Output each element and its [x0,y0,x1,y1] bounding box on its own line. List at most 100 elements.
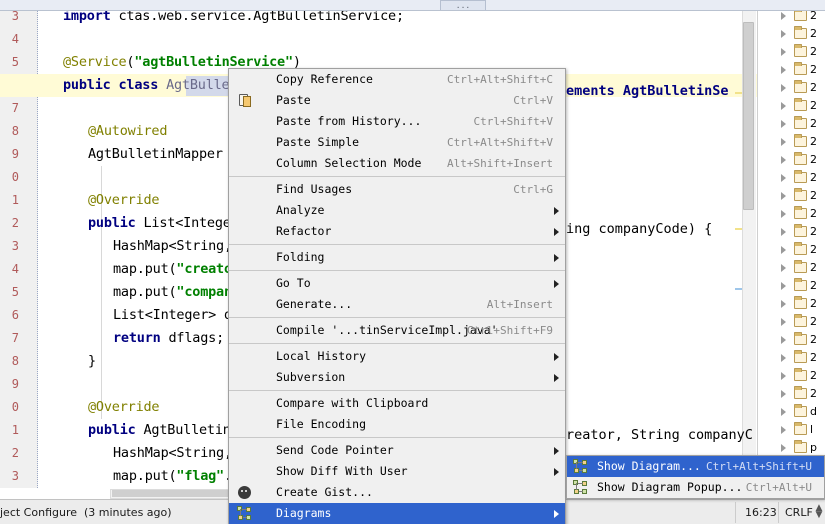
chevron-right-icon[interactable] [781,30,786,38]
chevron-right-icon[interactable] [781,408,786,416]
tree-item[interactable]: 2 [758,313,825,331]
menu-item-show-diagram-popup[interactable]: Show Diagram Popup... Ctrl+Alt+U [567,477,824,498]
tree-item[interactable]: 2 [758,223,825,241]
chevron-right-icon[interactable] [781,300,786,308]
tree-item-label: 2 [810,207,817,220]
menu-item-label: Diagrams [276,506,332,520]
tree-item[interactable]: 2 [758,25,825,43]
tree-item[interactable]: 2 [758,151,825,169]
tree-item[interactable]: 2 [758,115,825,133]
tree-item[interactable]: 2 [758,385,825,403]
chevron-right-icon[interactable] [781,318,786,326]
folder-icon [794,224,807,237]
menu-item-compile-tinserviceimpl-java[interactable]: Compile '...tinServiceImpl.java' Ctrl+Shi… [229,320,565,341]
editor-scrollbar-thumb[interactable] [743,22,754,210]
tree-item[interactable]: 2 [758,205,825,223]
chevron-right-icon[interactable] [781,264,786,272]
chevron-right-icon[interactable] [781,12,786,20]
code-fragment: ing companyCode) { [566,221,713,237]
menu-item-paste-from-history[interactable]: Paste from History... Ctrl+Shift+V [229,111,565,132]
tree-item[interactable]: 2 [758,43,825,61]
menu-item-paste-simple[interactable]: Paste Simple Ctrl+Alt+Shift+V [229,132,565,153]
chevron-right-icon[interactable] [781,66,786,74]
tree-item[interactable]: 2 [758,11,825,25]
tree-item[interactable]: 2 [758,187,825,205]
tree-item[interactable]: 2 [758,277,825,295]
diagrams-submenu[interactable]: Show Diagram... Ctrl+Alt+Shift+U Show Diag… [566,455,825,499]
status-line-separator[interactable]: CRLF [785,506,813,519]
chevron-right-icon[interactable] [781,426,786,434]
menu-item-send-code-pointer[interactable]: Send Code Pointer [229,440,565,461]
menu-item-refactor[interactable]: Refactor [229,221,565,242]
chevron-right-icon[interactable] [781,336,786,344]
menu-item-analyze[interactable]: Analyze [229,200,565,221]
menu-item-create-gist[interactable]: Create Gist... [229,482,565,503]
menu-item-file-encoding[interactable]: File Encoding [229,414,565,435]
tree-item[interactable]: d [758,403,825,421]
chevron-right-icon[interactable] [781,444,786,452]
tree-item[interactable]: 2 [758,97,825,115]
editor-tab[interactable]: ... [440,0,486,10]
menu-item-label: Show Diagram Popup... [597,480,743,494]
tree-item[interactable]: 2 [758,79,825,97]
tree-item[interactable]: 2 [758,349,825,367]
tree-item[interactable]: 2 [758,169,825,187]
menu-item-show-diagram[interactable]: Show Diagram... Ctrl+Alt+Shift+U [567,456,824,477]
tree-item[interactable]: 2 [758,133,825,151]
editor-marker-info[interactable] [735,288,742,290]
tree-item[interactable]: 2 [758,241,825,259]
chevron-right-icon[interactable] [781,174,786,182]
chevron-updown-icon[interactable]: ▲ ▼ [815,504,823,520]
editor-marker-warning[interactable] [735,228,742,230]
menu-item-show-diff-with-user[interactable]: Show Diff With User [229,461,565,482]
menu-item-shortcut: Ctrl+Alt+Shift+V [447,136,553,149]
project-tree-panel[interactable]: 2222222222222222222222dlpp [757,11,825,488]
editor-context-menu[interactable]: Copy Reference Ctrl+Alt+Shift+C Paste Ctrl+… [228,68,566,524]
chevron-right-icon[interactable] [781,372,786,380]
menu-item-folding[interactable]: Folding [229,247,565,268]
chevron-right-icon[interactable] [781,390,786,398]
menu-item-copy-reference[interactable]: Copy Reference Ctrl+Alt+Shift+C [229,69,565,90]
tree-item[interactable]: 2 [758,61,825,79]
tree-item[interactable]: 2 [758,295,825,313]
line-number: 7 [11,101,19,115]
code-line: import ctas.web.service.AgtBulletinServi… [63,11,404,28]
chevron-right-icon[interactable] [781,102,786,110]
menu-item-local-history[interactable]: Local History [229,346,565,367]
chevron-right-icon[interactable] [781,48,786,56]
chevron-right-icon[interactable] [781,84,786,92]
menu-item-generate[interactable]: Generate... Alt+Insert [229,294,565,315]
diagram-icon [237,506,253,522]
menu-item-compare-with-clipboard[interactable]: Compare with Clipboard [229,393,565,414]
menu-item-diagrams[interactable]: Diagrams [229,503,565,524]
menu-item-column-selection-mode[interactable]: Column Selection Mode Alt+Shift+Insert [229,153,565,174]
tree-item[interactable]: 2 [758,259,825,277]
code-token: List<Integer> d [113,307,232,323]
editor-marker-warning[interactable] [735,92,742,94]
folder-icon [794,188,807,201]
chevron-right-icon[interactable] [781,138,786,146]
chevron-right-icon[interactable] [781,282,786,290]
tree-item[interactable]: 2 [758,367,825,385]
line-number: 4 [11,32,19,46]
chevron-right-icon[interactable] [781,354,786,362]
menu-item-paste[interactable]: Paste Ctrl+V [229,90,565,111]
chevron-right-icon[interactable] [781,192,786,200]
chevron-right-icon[interactable] [781,156,786,164]
chevron-right-icon[interactable] [781,210,786,218]
menu-item-find-usages[interactable]: Find Usages Ctrl+G [229,179,565,200]
code-token: public [88,215,144,231]
menu-item-label: Column Selection Mode [276,156,422,170]
tree-item[interactable]: 2 [758,331,825,349]
chevron-right-icon[interactable] [781,120,786,128]
tree-item[interactable]: l [758,421,825,439]
code-token: ctas.web.service.AgtBulletinService; [118,11,405,24]
chevron-right-icon[interactable] [781,246,786,254]
chevron-right-icon[interactable] [781,228,786,236]
code-line: } [88,350,96,373]
menu-item-subversion[interactable]: Subversion [229,367,565,388]
menu-item-go-to[interactable]: Go To [229,273,565,294]
ide-window: ... 345678901234567890123 import ctas.we… [0,0,825,524]
menu-item-label: Find Usages [276,182,353,196]
menu-item-shortcut: Ctrl+Alt+U [745,481,812,494]
